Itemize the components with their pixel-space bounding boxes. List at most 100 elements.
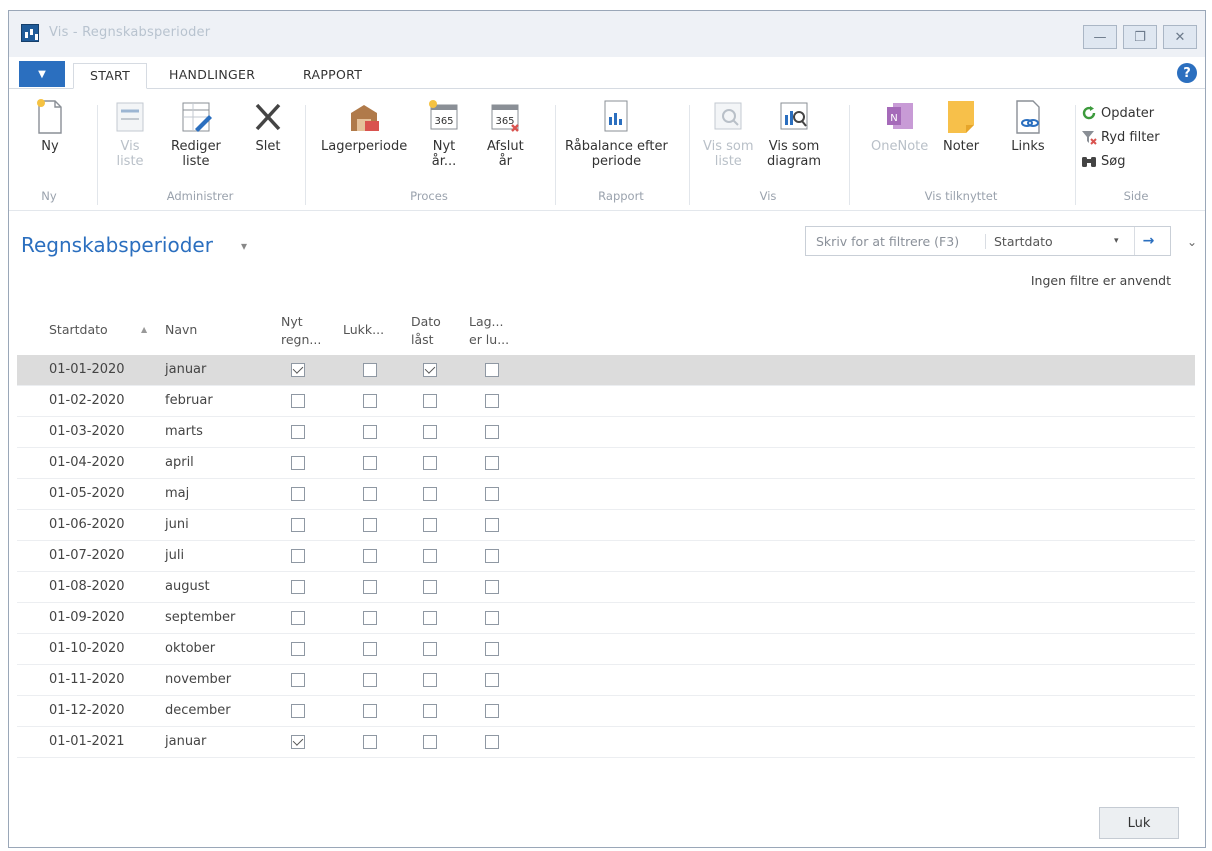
links-button[interactable]: Links (1011, 97, 1045, 154)
table-row[interactable]: 01-01-2021 januar (17, 727, 1195, 758)
table-row[interactable]: 01-05-2020 maj (17, 479, 1195, 510)
checkbox-dato[interactable] (423, 394, 437, 408)
search-button[interactable]: Søg (1081, 153, 1125, 169)
trial-balance-button[interactable]: Råbalance efter periode (565, 97, 668, 169)
column-header-lukket[interactable]: Lukk... (343, 321, 384, 339)
checkbox-lukk[interactable] (363, 704, 377, 718)
view-list-button[interactable]: Vis liste (113, 97, 147, 169)
table-row[interactable]: 01-09-2020 september (17, 603, 1195, 634)
delete-button[interactable]: Slet (251, 97, 285, 154)
tab-rapport[interactable]: RAPPORT (287, 63, 378, 89)
checkbox-nyt[interactable] (291, 704, 305, 718)
checkbox-lag[interactable] (485, 518, 499, 532)
filter-field-select[interactable]: Startdato (986, 234, 1114, 249)
close-year-button[interactable]: 365 Afslut år (487, 97, 524, 169)
checkbox-dato[interactable] (423, 487, 437, 501)
checkbox-lukk[interactable] (363, 735, 377, 749)
column-header-nyt-regnskabsaar[interactable]: Nyt regn... (281, 313, 321, 349)
column-header-navn[interactable]: Navn (165, 321, 197, 339)
checkbox-lukk[interactable] (363, 673, 377, 687)
notes-button[interactable]: Noter (943, 97, 979, 154)
column-header-startdato[interactable]: Startdato (49, 321, 108, 339)
onenote-button[interactable]: N OneNote (871, 97, 928, 154)
checkbox-nyt[interactable] (291, 456, 305, 470)
table-row[interactable]: 01-10-2020 oktober (17, 634, 1195, 665)
checkbox-nyt[interactable] (291, 580, 305, 594)
refresh-button[interactable]: Opdater (1081, 105, 1154, 121)
column-header-dato-laast[interactable]: Dato låst (411, 313, 441, 349)
checkbox-dato[interactable] (423, 425, 437, 439)
table-row[interactable]: 01-01-2020 januar (17, 355, 1195, 386)
checkbox-dato[interactable] (423, 518, 437, 532)
checkbox-lag[interactable] (485, 735, 499, 749)
checkbox-lukk[interactable] (363, 425, 377, 439)
close-window-button[interactable]: ✕ (1163, 25, 1197, 49)
checkbox-lukk[interactable] (363, 487, 377, 501)
inventory-period-button[interactable]: Lagerperiode (321, 97, 407, 154)
checkbox-nyt[interactable] (291, 642, 305, 656)
table-row[interactable]: 01-11-2020 november (17, 665, 1195, 696)
table-row[interactable]: 01-04-2020 april (17, 448, 1195, 479)
checkbox-dato[interactable] (423, 673, 437, 687)
new-year-button[interactable]: 365 Nyt år... (427, 97, 461, 169)
app-menu-button[interactable]: ▼ (19, 61, 65, 87)
filter-search-input[interactable]: Skriv for at filtrere (F3) (806, 233, 986, 249)
checkbox-nyt[interactable] (291, 394, 305, 408)
checkbox-lukk[interactable] (363, 580, 377, 594)
checkbox-lag[interactable] (485, 704, 499, 718)
new-button[interactable]: Ny (33, 97, 67, 154)
tab-handlinger[interactable]: HANDLINGER (153, 63, 271, 89)
edit-list-button[interactable]: Rediger liste (171, 97, 221, 169)
table-row[interactable]: 01-02-2020 februar (17, 386, 1195, 417)
checkbox-dato[interactable] (423, 580, 437, 594)
checkbox-nyt[interactable] (291, 363, 305, 377)
checkbox-dato[interactable] (423, 642, 437, 656)
maximize-button[interactable]: ❐ (1123, 25, 1157, 49)
table-row[interactable]: 01-08-2020 august (17, 572, 1195, 603)
table-row[interactable]: 01-03-2020 marts (17, 417, 1195, 448)
column-header-lager-lukket[interactable]: Lag... er lu... (469, 313, 509, 349)
table-row[interactable]: 01-06-2020 juni (17, 510, 1195, 541)
checkbox-nyt[interactable] (291, 673, 305, 687)
checkbox-dato[interactable] (423, 456, 437, 470)
checkbox-lukk[interactable] (363, 394, 377, 408)
title-dropdown-icon[interactable]: ▾ (241, 239, 247, 253)
checkbox-lag[interactable] (485, 673, 499, 687)
help-icon[interactable]: ? (1177, 63, 1197, 83)
checkbox-nyt[interactable] (291, 518, 305, 532)
table-row[interactable]: 01-07-2020 juli (17, 541, 1195, 572)
tab-start[interactable]: START (73, 63, 148, 89)
checkbox-lukk[interactable] (363, 456, 377, 470)
checkbox-dato[interactable] (423, 611, 437, 625)
checkbox-lukk[interactable] (363, 549, 377, 563)
arrow-right-icon[interactable]: → (1134, 227, 1162, 255)
checkbox-nyt[interactable] (291, 611, 305, 625)
checkbox-lag[interactable] (485, 611, 499, 625)
checkbox-lag[interactable] (485, 549, 499, 563)
minimize-button[interactable]: — (1083, 25, 1117, 49)
show-as-chart-button[interactable]: Vis som diagram (767, 97, 821, 169)
checkbox-dato[interactable] (423, 704, 437, 718)
checkbox-lag[interactable] (485, 487, 499, 501)
checkbox-nyt[interactable] (291, 735, 305, 749)
table-row[interactable]: 01-12-2020 december (17, 696, 1195, 727)
checkbox-lukk[interactable] (363, 363, 377, 377)
checkbox-nyt[interactable] (291, 487, 305, 501)
checkbox-lag[interactable] (485, 456, 499, 470)
checkbox-lag[interactable] (485, 363, 499, 377)
checkbox-lag[interactable] (485, 394, 499, 408)
checkbox-lukk[interactable] (363, 611, 377, 625)
checkbox-dato[interactable] (423, 549, 437, 563)
collapse-chevron-icon[interactable]: ⌄ (1187, 235, 1197, 249)
checkbox-lag[interactable] (485, 425, 499, 439)
chevron-down-icon[interactable]: ▾ (1114, 236, 1134, 246)
checkbox-lukk[interactable] (363, 518, 377, 532)
checkbox-lag[interactable] (485, 642, 499, 656)
close-button[interactable]: Luk (1099, 807, 1179, 839)
checkbox-lag[interactable] (485, 580, 499, 594)
checkbox-dato[interactable] (423, 363, 437, 377)
checkbox-nyt[interactable] (291, 425, 305, 439)
show-as-list-button[interactable]: Vis som liste (703, 97, 754, 169)
checkbox-dato[interactable] (423, 735, 437, 749)
checkbox-lukk[interactable] (363, 642, 377, 656)
